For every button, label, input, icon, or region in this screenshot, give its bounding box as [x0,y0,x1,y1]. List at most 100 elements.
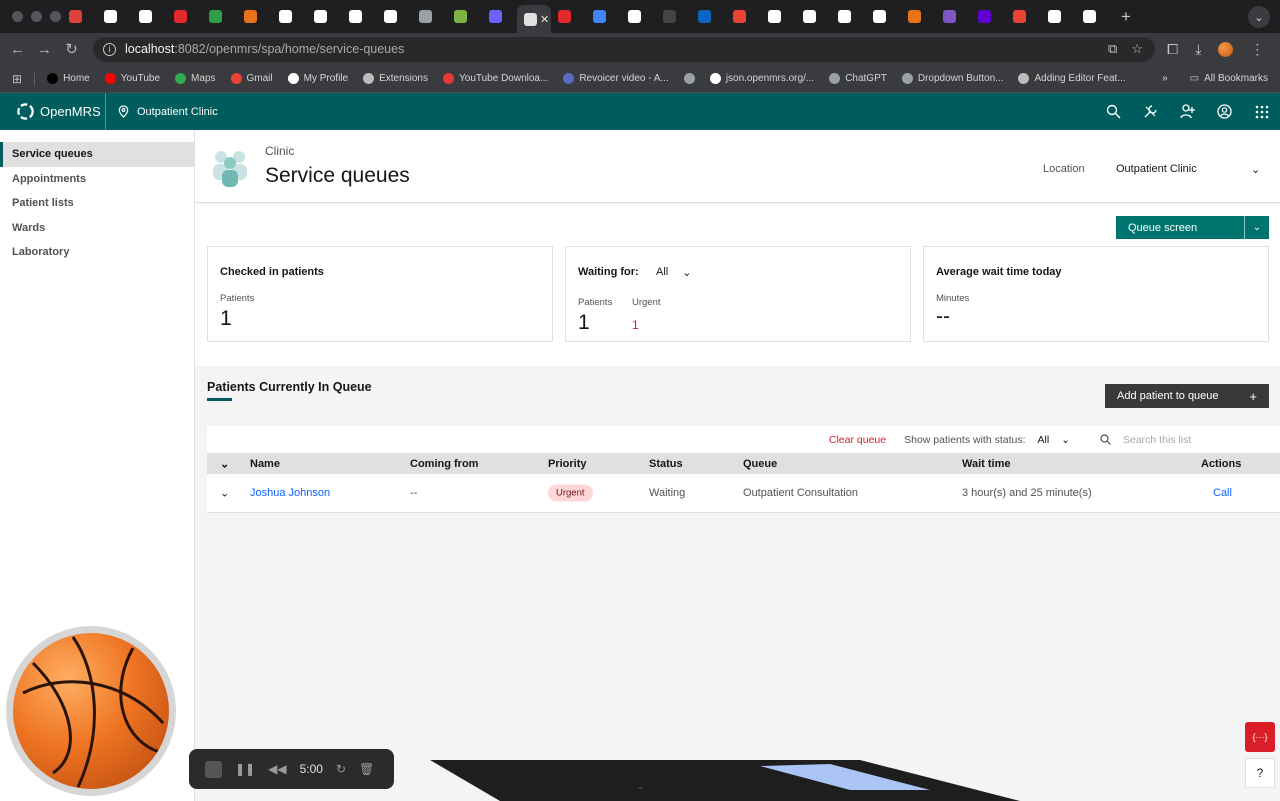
browser-tab[interactable] [237,5,272,29]
browser-tab[interactable] [272,5,307,29]
bookmark-star-icon[interactable]: ☆ [1131,41,1143,57]
browser-tab[interactable] [1041,5,1076,29]
site-info-icon[interactable]: i [103,42,116,56]
bookmark-item[interactable]: json.openmrs.org/... [709,73,814,84]
browser-tab[interactable] [726,5,761,29]
browser-tab[interactable] [901,5,936,29]
browser-tab[interactable] [412,5,447,29]
add-patient-to-queue-button[interactable]: Add patient to queue + [1105,384,1269,408]
browser-tab[interactable] [586,5,621,29]
bookmark-item[interactable]: Extensions [363,73,428,84]
browser-menu-icon[interactable]: ⋮ [1250,41,1264,58]
all-bookmarks[interactable]: ▭ All Bookmarks [1190,73,1268,84]
browser-tab[interactable] [936,5,971,29]
column-wait-time[interactable]: Wait time [962,458,1011,470]
browser-tab[interactable] [971,5,1006,29]
bookmark-item[interactable]: Revoicer video - A... [563,73,669,84]
cast-icon[interactable]: ⧉ [1108,41,1117,57]
user-account-icon[interactable] [1216,103,1233,120]
close-tab-icon[interactable]: ✕ [540,13,549,26]
browser-tab[interactable] [1006,5,1041,29]
column-status[interactable]: Status [649,458,683,470]
browser-tab[interactable] [1076,5,1111,29]
browser-tab[interactable] [97,5,132,29]
forward-icon[interactable]: → [31,41,58,58]
browser-tab[interactable] [831,5,866,29]
search-icon[interactable] [1105,103,1122,120]
close-window-icon[interactable] [12,11,23,22]
more-bookmarks-icon[interactable]: » [1162,73,1168,84]
pause-icon[interactable]: ❚❚ [235,762,255,776]
address-bar[interactable]: i localhost:8082/openmrs/spa/home/servic… [93,36,1155,62]
maximize-window-icon[interactable] [50,11,61,22]
chevron-up-icon[interactable]: ⌃ [636,786,644,797]
chevron-down-icon[interactable]: ⌄ [1251,163,1260,176]
bookmark-item[interactable]: YouTube [104,73,160,84]
bookmark-item[interactable]: Dropdown Button... [901,73,1003,84]
apps-grid-icon[interactable]: ⊞ [12,72,22,86]
rewind-icon[interactable]: ◀◀ [268,762,286,776]
search-input[interactable]: Search this list [1100,434,1280,446]
browser-tab[interactable] [796,5,831,29]
nav-item-appointments[interactable]: Appointments [0,167,194,192]
column-coming-from[interactable]: Coming from [410,458,478,470]
browser-tab[interactable] [62,5,97,29]
browser-tab[interactable] [202,5,237,29]
help-button[interactable]: ? [1245,758,1275,788]
browser-tab[interactable] [132,5,167,29]
status-filter-dropdown[interactable]: All ⌄ [1038,434,1070,446]
tab-search-icon[interactable]: ⌄ [1248,6,1270,28]
location-switcher[interactable]: Outpatient Clinic [106,105,218,118]
trash-icon[interactable]: 🗑 [359,762,374,776]
bookmark-item[interactable]: ChatGPT [829,73,887,84]
tools-icon[interactable] [1142,103,1159,120]
browser-tab[interactable] [482,5,517,29]
openmrs-logo[interactable]: OpenMRS [0,93,106,130]
nav-item-patient-lists[interactable]: Patient lists [0,191,194,216]
browser-tab[interactable]: ✕ [517,5,551,33]
browser-tab[interactable] [307,5,342,29]
browser-tab[interactable] [621,5,656,29]
restart-icon[interactable]: ↻ [336,762,346,776]
browser-tab[interactable] [656,5,691,29]
waiting-filter-dropdown[interactable]: All ⌄ [656,266,691,279]
bookmark-item[interactable]: My Profile [287,73,348,84]
stop-recording-icon[interactable] [205,760,222,778]
browser-tab[interactable] [342,5,377,29]
new-tab-icon[interactable]: + [1121,7,1131,27]
bookmark-item[interactable]: YouTube Downloa... [443,73,548,84]
nav-item-service-queues[interactable]: Service queues [0,142,194,167]
browser-tab[interactable] [551,5,586,29]
queue-screen-button[interactable]: Queue screen [1116,216,1244,239]
browser-tab[interactable] [447,5,482,29]
call-button[interactable]: Call [1213,487,1232,499]
minimize-window-icon[interactable] [31,11,42,22]
browser-tab[interactable] [167,5,202,29]
expand-all-chevron-icon[interactable]: ⌄ [220,457,229,470]
download-icon[interactable]: ⤓ [1195,41,1201,58]
column-queue[interactable]: Queue [743,458,777,470]
nav-item-wards[interactable]: Wards [0,216,194,241]
app-switcher-icon[interactable] [1253,103,1270,120]
patient-name-link[interactable]: Joshua Johnson [250,487,330,499]
bookmark-item[interactable]: Maps [175,73,216,84]
profile-avatar[interactable] [1218,41,1234,57]
location-dropdown[interactable]: Outpatient Clinic [1116,163,1197,175]
column-priority[interactable]: Priority [548,458,587,470]
chevron-down-icon[interactable]: ⌄ [1244,216,1269,239]
bookmark-item[interactable] [683,73,695,84]
bookmark-item[interactable]: Adding Editor Feat... [1018,73,1126,84]
dev-tools-button[interactable]: {···} [1245,722,1275,752]
column-name[interactable]: Name [250,458,280,470]
browser-tab[interactable] [761,5,796,29]
browser-tab[interactable] [691,5,726,29]
nav-item-laboratory[interactable]: Laboratory [0,240,194,265]
bookmark-item[interactable]: Home [47,73,90,84]
reload-icon[interactable]: ↻ [58,40,85,58]
back-icon[interactable]: ← [4,41,31,58]
window-controls[interactable] [0,11,62,22]
extensions-icon[interactable]: ⧠ [1167,41,1178,58]
clear-queue-button[interactable]: Clear queue [829,434,886,446]
browser-tab[interactable] [866,5,901,29]
add-patient-icon[interactable] [1179,103,1196,120]
